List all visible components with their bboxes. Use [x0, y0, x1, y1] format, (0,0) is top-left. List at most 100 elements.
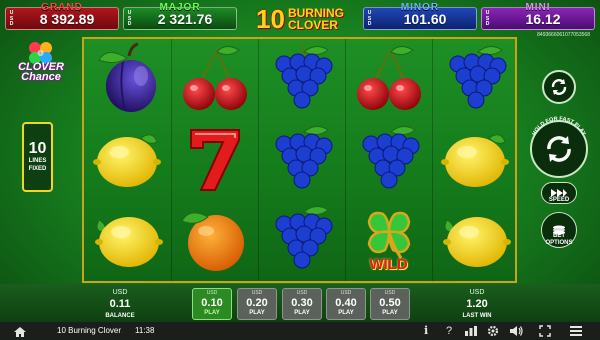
- seven-icon: [189, 129, 240, 191]
- jackpot-mini: USD MINI 16.12: [481, 2, 595, 30]
- bet-value: 0.30: [291, 297, 313, 309]
- jackpot-minor-name: MINOR: [400, 2, 440, 13]
- grapes-icon: [275, 126, 332, 189]
- bet-label: PLAY: [249, 310, 265, 316]
- help-button[interactable]: ?: [446, 325, 452, 337]
- bet-currency: USD: [384, 290, 396, 296]
- lines-indicator: 10 LINES FIXED: [22, 122, 53, 192]
- menu-button[interactable]: [570, 325, 582, 340]
- lemon-icon: [440, 134, 509, 187]
- balance-value: 0.11: [109, 298, 131, 310]
- bet-options-line2: OPTIONS: [545, 240, 573, 246]
- jackpot-mini-name: MINI: [525, 2, 551, 13]
- spin-hint-label: HOLD FOR FAST PLAY: [532, 116, 587, 137]
- reel-3: [258, 39, 345, 281]
- clover-chance-logo: CLOVER Chance: [10, 38, 72, 88]
- bet-button-1[interactable]: USD 0.10 PLAY: [192, 288, 232, 320]
- game-title-text: 10 Burning Clover: [57, 326, 122, 335]
- reel-cell: [258, 39, 345, 119]
- reel-cell: [84, 39, 171, 119]
- bet-currency: USD: [251, 290, 263, 296]
- home-button[interactable]: [13, 325, 27, 340]
- grapes-icon: [362, 126, 419, 189]
- reel-cell: [171, 39, 258, 119]
- cherry-icon: [182, 46, 247, 110]
- jackpot-major-name: MAJOR: [159, 2, 201, 13]
- bet-label: PLAY: [204, 310, 220, 316]
- fullscreen-button[interactable]: [539, 325, 551, 340]
- plum-icon: [97, 42, 156, 112]
- bet-value: 0.10: [201, 297, 223, 309]
- jackpot-grand-name: GRAND: [41, 2, 83, 13]
- svg-text:HOLD FOR FAST PLAY: HOLD FOR FAST PLAY: [532, 116, 587, 137]
- reel-cell: [432, 199, 519, 279]
- reel-cell: [432, 39, 519, 119]
- bet-button-4[interactable]: USD 0.40 PLAY: [326, 288, 366, 320]
- bet-options-line1: BET: [553, 233, 565, 239]
- bet-currency: USD: [296, 290, 308, 296]
- reel-cell: [258, 119, 345, 199]
- grapes-icon: [275, 45, 332, 109]
- reel-cell: [84, 199, 171, 279]
- orange-icon: [180, 212, 244, 271]
- info-button[interactable]: i: [424, 325, 428, 337]
- hamburger-menu-icon: [570, 326, 582, 336]
- last-win-display: USD 1.20 LAST WIN: [447, 288, 507, 321]
- bet-button-3[interactable]: USD 0.30 PLAY: [282, 288, 322, 320]
- reel-1: [84, 39, 171, 281]
- bet-button-5[interactable]: USD 0.50 PLAY: [370, 288, 410, 320]
- bet-currency: USD: [340, 290, 352, 296]
- bet-label: PLAY: [382, 310, 398, 316]
- clock: 11:38: [135, 326, 155, 335]
- bet-button-2[interactable]: USD 0.20 PLAY: [237, 288, 277, 320]
- speed-label: SPEED: [548, 197, 570, 203]
- bet-options-label: BET OPTIONS: [535, 233, 583, 247]
- system-bar: 10 Burning Clover 11:38 i ?: [0, 322, 600, 340]
- sound-button[interactable]: [509, 325, 523, 340]
- bet-label: PLAY: [294, 310, 310, 316]
- gear-icon: [487, 325, 499, 337]
- lines-fixed-label: FIXED: [28, 166, 47, 172]
- game-logo-number: 10: [256, 3, 285, 34]
- help-icon: ?: [446, 325, 453, 337]
- clover-wild-icon: [367, 211, 410, 259]
- jackpot-major-currency: USD: [127, 10, 132, 27]
- reel-4: WILD: [345, 39, 432, 281]
- jackpot-grand: USD GRAND 8 392.89: [5, 2, 119, 30]
- balance-label: BALANCE: [105, 313, 135, 319]
- game-logo-line2: CLOVER: [287, 18, 338, 32]
- reel-cell: [171, 199, 258, 279]
- last-win-label: LAST WIN: [462, 313, 492, 319]
- reel-cell: [345, 119, 432, 199]
- last-win-value: 1.20: [466, 298, 488, 310]
- jackpot-grand-currency: USD: [9, 10, 14, 27]
- bet-currency: USD: [206, 290, 218, 296]
- reel-cell: [345, 39, 432, 119]
- autoplay-icon: [551, 79, 567, 95]
- balance-currency: USD: [112, 289, 128, 296]
- settings-button[interactable]: [487, 325, 499, 340]
- grapes-icon: [275, 206, 332, 269]
- clover-logo-line2: Chance: [21, 71, 61, 83]
- lines-label: LINES: [28, 158, 47, 164]
- jackpot-major: USD MAJOR 2 321.76: [123, 2, 237, 30]
- wild-label: WILD: [369, 256, 408, 273]
- bet-value: 0.40: [335, 297, 357, 309]
- bet-value: 0.20: [246, 297, 268, 309]
- spin-hint-arc: HOLD FOR FAST PLAY: [532, 116, 587, 137]
- round-id: 8493666061077053568: [537, 32, 590, 38]
- lines-count: 10: [28, 140, 47, 157]
- cherry-icon: [356, 46, 421, 110]
- reel-cell: [258, 199, 345, 279]
- history-button[interactable]: [464, 325, 478, 340]
- fullscreen-icon: [539, 325, 551, 337]
- reel-cell: WILD: [345, 199, 432, 279]
- jackpot-minor: USD MINOR 101.60: [363, 2, 477, 30]
- grapes-icon: [449, 46, 506, 109]
- reels-area: WILD: [82, 37, 517, 283]
- bet-value: 0.50: [379, 297, 401, 309]
- autoplay-button[interactable]: [542, 70, 576, 104]
- reel-5: [432, 39, 519, 281]
- reel-2: [171, 39, 258, 281]
- lemon-icon: [94, 217, 163, 267]
